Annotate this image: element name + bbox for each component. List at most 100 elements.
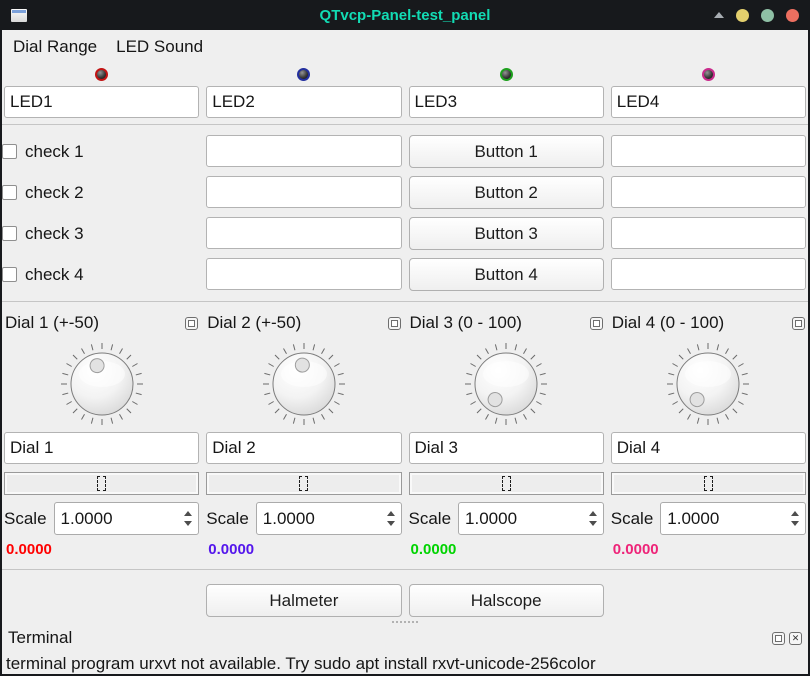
button-4[interactable]: Button 4 xyxy=(409,258,604,291)
check-button-section: check 1 Button 1 check 2 Button 2 check … xyxy=(2,131,808,295)
float-dock-icon[interactable] xyxy=(792,317,805,330)
checkbox-4[interactable] xyxy=(2,267,17,282)
led4-name-field[interactable]: LED4 xyxy=(611,86,806,118)
halscope-button[interactable]: Halscope xyxy=(409,584,604,617)
close-button[interactable] xyxy=(786,9,799,22)
scale-1-spinbox[interactable]: 1.0000 xyxy=(54,502,200,535)
dial-1-knob[interactable] xyxy=(4,338,199,430)
button-3[interactable]: Button 3 xyxy=(409,217,604,250)
halmeter-button[interactable]: Halmeter xyxy=(206,584,401,617)
led-indicator-4 xyxy=(702,68,715,81)
dial-1-name-field[interactable]: Dial 1 xyxy=(4,432,199,464)
check-3[interactable]: check 3 xyxy=(4,217,199,250)
separator xyxy=(2,569,808,570)
dial-4-name-field[interactable]: Dial 4 xyxy=(611,432,806,464)
scale-1-label: Scale xyxy=(4,509,47,529)
terminal-title: Terminal xyxy=(8,628,72,648)
result-4[interactable] xyxy=(611,258,806,290)
minimize-button[interactable] xyxy=(736,9,749,22)
hal-bar-2 xyxy=(206,472,401,495)
spin-down-icon[interactable] xyxy=(184,521,192,526)
led-indicator-3 xyxy=(500,68,513,81)
missing-glyph-box xyxy=(299,476,308,491)
dial-3-label: Dial 3 (0 - 100) xyxy=(410,313,522,333)
scale-4-value[interactable]: 1.0000 xyxy=(661,503,785,534)
menubar: Dial Range LED Sound xyxy=(2,30,808,63)
maximize-button[interactable] xyxy=(761,9,774,22)
spin-down-icon[interactable] xyxy=(791,521,799,526)
terminal-message: terminal program urxvt not available. Tr… xyxy=(2,651,808,674)
dial-2-knob[interactable] xyxy=(206,338,401,430)
scale-3-label: Scale xyxy=(409,509,452,529)
checkbox-1[interactable] xyxy=(2,144,17,159)
spin-up-icon[interactable] xyxy=(589,511,597,516)
spin-up-icon[interactable] xyxy=(387,511,395,516)
scale-2-spinbox[interactable]: 1.0000 xyxy=(256,502,402,535)
menu-led-sound[interactable]: LED Sound xyxy=(109,35,210,59)
result-3[interactable] xyxy=(611,217,806,249)
scale-3-spinbox[interactable]: 1.0000 xyxy=(458,502,604,535)
result-1[interactable] xyxy=(611,135,806,167)
result-2[interactable] xyxy=(611,176,806,208)
missing-glyph-box xyxy=(502,476,511,491)
spinner-arrows[interactable] xyxy=(381,503,401,534)
check-1[interactable]: check 1 xyxy=(4,135,199,168)
spin-down-icon[interactable] xyxy=(387,521,395,526)
float-dock-icon[interactable] xyxy=(590,317,603,330)
entry-4[interactable] xyxy=(206,258,401,290)
check-2[interactable]: check 2 xyxy=(4,176,199,209)
float-dock-icon[interactable] xyxy=(185,317,198,330)
scale-1-value[interactable]: 1.0000 xyxy=(55,503,179,534)
float-dock-icon[interactable] xyxy=(388,317,401,330)
button-1[interactable]: Button 1 xyxy=(409,135,604,168)
dial-1-readout: 0.0000 xyxy=(4,541,199,563)
shade-icon[interactable] xyxy=(714,12,724,18)
titlebar[interactable]: QTvcp-Panel-test_panel xyxy=(2,0,808,30)
dial-4-readout: 0.0000 xyxy=(611,541,806,563)
app-window: QTvcp-Panel-test_panel Dial Range LED So… xyxy=(0,0,810,676)
dial-3-knob[interactable] xyxy=(409,338,604,430)
entry-3[interactable] xyxy=(206,217,401,249)
spin-down-icon[interactable] xyxy=(589,521,597,526)
led3-name-field[interactable]: LED3 xyxy=(409,86,604,118)
checkbox-3[interactable] xyxy=(2,226,17,241)
dial-3-readout: 0.0000 xyxy=(409,541,604,563)
check-2-label: check 2 xyxy=(25,183,84,203)
led2-name-field[interactable]: LED2 xyxy=(206,86,401,118)
menu-dial-range[interactable]: Dial Range xyxy=(6,35,104,59)
entry-1[interactable] xyxy=(206,135,401,167)
dial-header-row: Dial 1 (+-50) Dial 2 (+-50) Dial 3 (0 - … xyxy=(2,308,808,338)
scale-4-spinbox[interactable]: 1.0000 xyxy=(660,502,806,535)
float-dock-icon[interactable] xyxy=(772,632,785,645)
window-icon xyxy=(11,9,27,22)
hal-bar-1 xyxy=(4,472,199,495)
dial-2-name-field[interactable]: Dial 2 xyxy=(206,432,401,464)
dial-3-name-field[interactable]: Dial 3 xyxy=(409,432,604,464)
led1-name-field[interactable]: LED1 xyxy=(4,86,199,118)
spinner-arrows[interactable] xyxy=(178,503,198,534)
led-indicator-row xyxy=(2,63,808,86)
dial-4-label: Dial 4 (0 - 100) xyxy=(612,313,724,333)
spinner-arrows[interactable] xyxy=(785,503,805,534)
dial-2-readout: 0.0000 xyxy=(206,541,401,563)
entry-2[interactable] xyxy=(206,176,401,208)
spin-up-icon[interactable] xyxy=(184,511,192,516)
splitter-handle[interactable] xyxy=(392,621,418,623)
dial-2-label: Dial 2 (+-50) xyxy=(207,313,301,333)
spin-up-icon[interactable] xyxy=(791,511,799,516)
spinner-arrows[interactable] xyxy=(583,503,603,534)
button-2[interactable]: Button 2 xyxy=(409,176,604,209)
readout-row: 0.0000 0.0000 0.0000 0.0000 xyxy=(2,541,808,563)
check-4[interactable]: check 4 xyxy=(4,258,199,291)
dial-name-row: Dial 1 Dial 2 Dial 3 Dial 4 xyxy=(2,432,808,464)
scale-2-value[interactable]: 1.0000 xyxy=(257,503,381,534)
window-title: QTvcp-Panel-test_panel xyxy=(2,7,808,24)
checkbox-2[interactable] xyxy=(2,185,17,200)
led-indicator-2 xyxy=(297,68,310,81)
scale-3-value[interactable]: 1.0000 xyxy=(459,503,583,534)
close-dock-icon[interactable] xyxy=(789,632,802,645)
scale-row: Scale 1.0000 Scale 1.0000 Scale xyxy=(2,502,808,535)
hal-tools-row: Halmeter Halscope xyxy=(2,584,808,616)
dial-4-knob[interactable] xyxy=(611,338,806,430)
missing-glyph-box xyxy=(97,476,106,491)
